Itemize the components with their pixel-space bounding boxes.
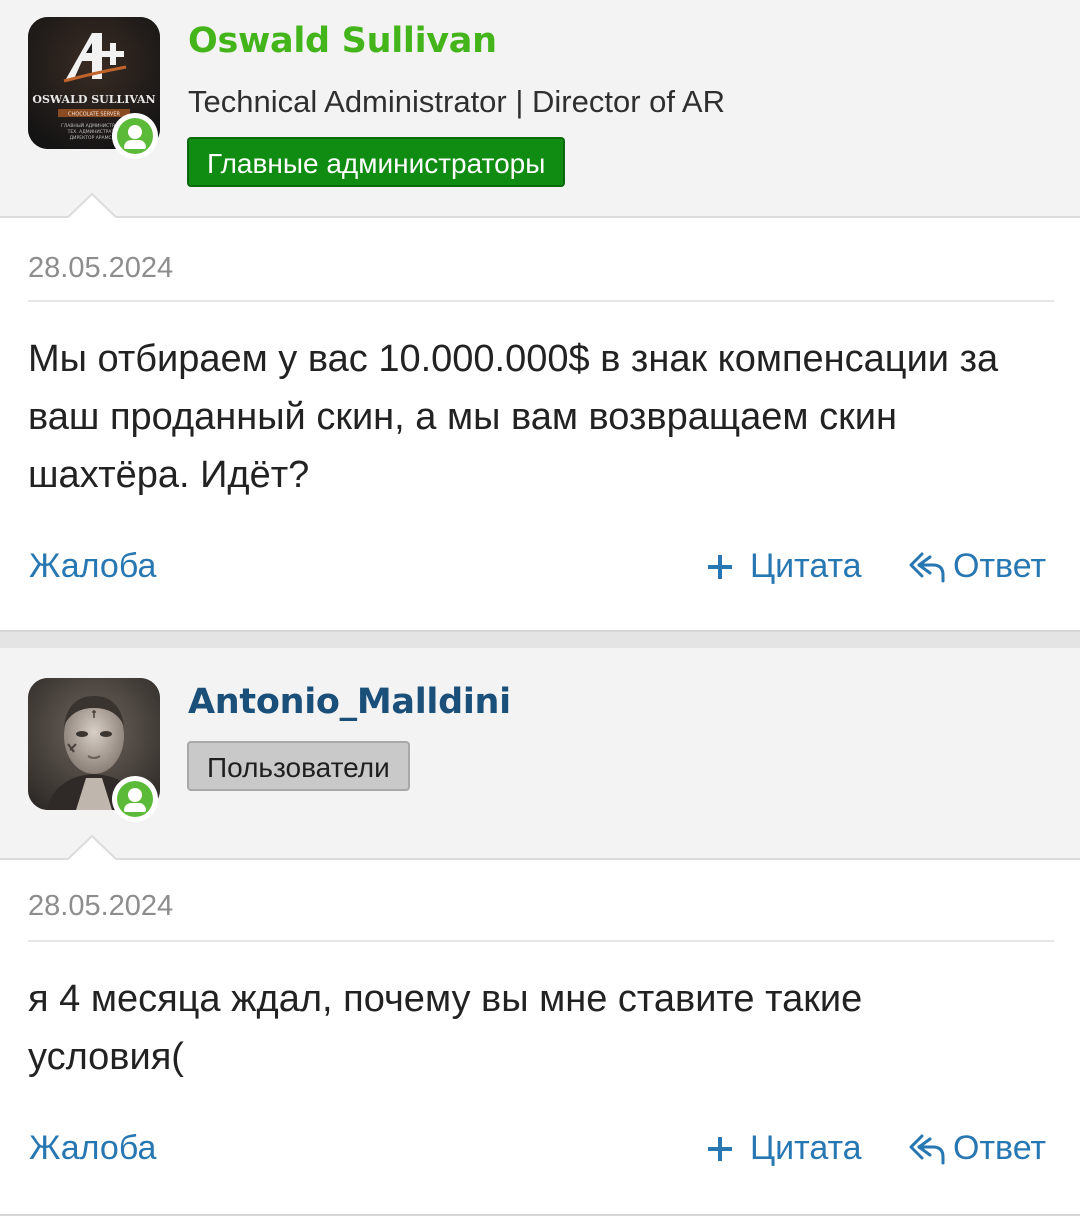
report-link[interactable]: Жалоба [29,1129,156,1168]
post: OSWALD SULLIVAN CHOCOLATE SERVER ГЛАВНЫЙ… [0,0,1080,632]
reply-label: Ответ [953,547,1047,585]
report-label: Жалоба [29,1129,157,1167]
post-date[interactable]: 28.05.2024 [28,890,173,923]
post-body: 28.05.2024 я 4 месяца ждал, почему вы мн… [0,860,1080,1216]
post-message: Мы отбираем у вас 10.000.000$ в знак ком… [28,338,999,496]
post-separator [0,632,1080,648]
divider [28,940,1054,942]
quote-button[interactable]: Цитата [706,1129,862,1168]
quote-label: Цитата [750,547,862,585]
online-status-icon [112,113,158,159]
online-status-icon [112,776,158,822]
post-author-header: Antonio_Malldini Пользователи [0,648,1080,862]
username-link[interactable]: Oswald Sullivan [188,21,497,61]
user-group-badge: Пользователи [187,741,410,791]
user-title: Technical Administrator | Director of AR [188,84,725,119]
reply-arrow-icon [909,1134,945,1164]
divider [28,300,1054,302]
post-arrow-pointer [66,192,118,220]
post-author-header: OSWALD SULLIVAN CHOCOLATE SERVER ГЛАВНЫЙ… [0,0,1080,220]
reply-label: Ответ [953,1129,1047,1167]
report-label: Жалоба [29,547,157,585]
plus-icon [708,1136,732,1161]
post-message: я 4 месяца ждал, почему вы мне ставите т… [28,978,863,1078]
post-date[interactable]: 28.05.2024 [28,252,173,285]
post-body: 28.05.2024 Мы отбираем у вас 10.000.000$… [0,218,1080,632]
avatar-logo-text: OSWALD SULLIVAN [32,93,155,106]
reply-button[interactable]: Ответ [909,547,1046,586]
reply-button[interactable]: Ответ [909,1129,1046,1168]
report-link[interactable]: Жалоба [29,547,156,586]
user-group-badge: Главные администраторы [187,137,566,187]
quote-label: Цитата [750,1129,862,1167]
username-link[interactable]: Antonio_Malldini [188,682,511,722]
plus-icon [708,554,732,579]
svg-text:CHOCOLATE SERVER: CHOCOLATE SERVER [68,112,120,118]
post-arrow-pointer [66,834,118,862]
quote-button[interactable]: Цитата [706,547,862,586]
post: Antonio_Malldini Пользователи 28.05.2024… [0,648,1080,1216]
reply-arrow-icon [909,552,945,582]
